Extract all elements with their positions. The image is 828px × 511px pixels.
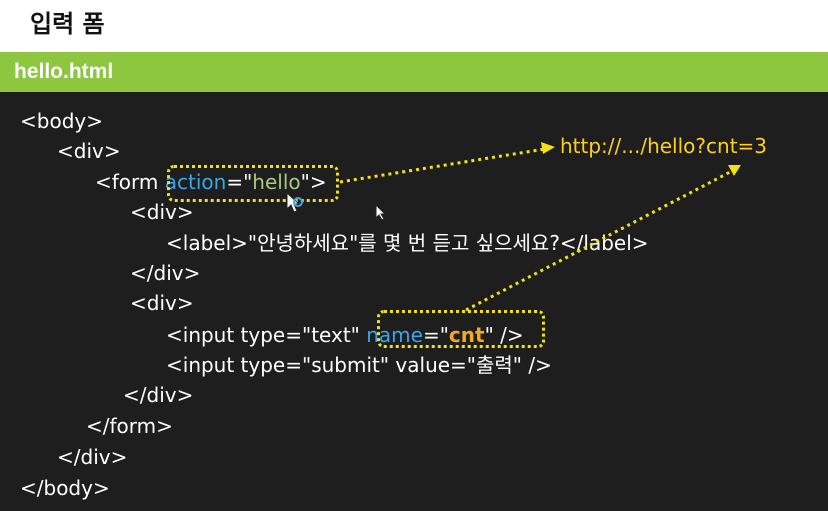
name-to-url-arrowhead — [728, 165, 741, 176]
file-header-bar: hello.html — [0, 52, 828, 92]
arrow-overlay — [286, 142, 741, 312]
action-to-url-arrow-line — [339, 147, 546, 184]
slide-title: 입력 폼 — [30, 10, 105, 38]
name-to-url-arrow-line — [465, 169, 733, 312]
code-panel: <body> <div> <form action="hello"> <div>… — [0, 92, 828, 511]
mouse-pointer-icon — [286, 191, 301, 213]
action-to-url-arrowhead — [541, 142, 555, 154]
file-name-label: hello.html — [14, 60, 114, 83]
mouse-pointer-icon — [375, 203, 387, 221]
